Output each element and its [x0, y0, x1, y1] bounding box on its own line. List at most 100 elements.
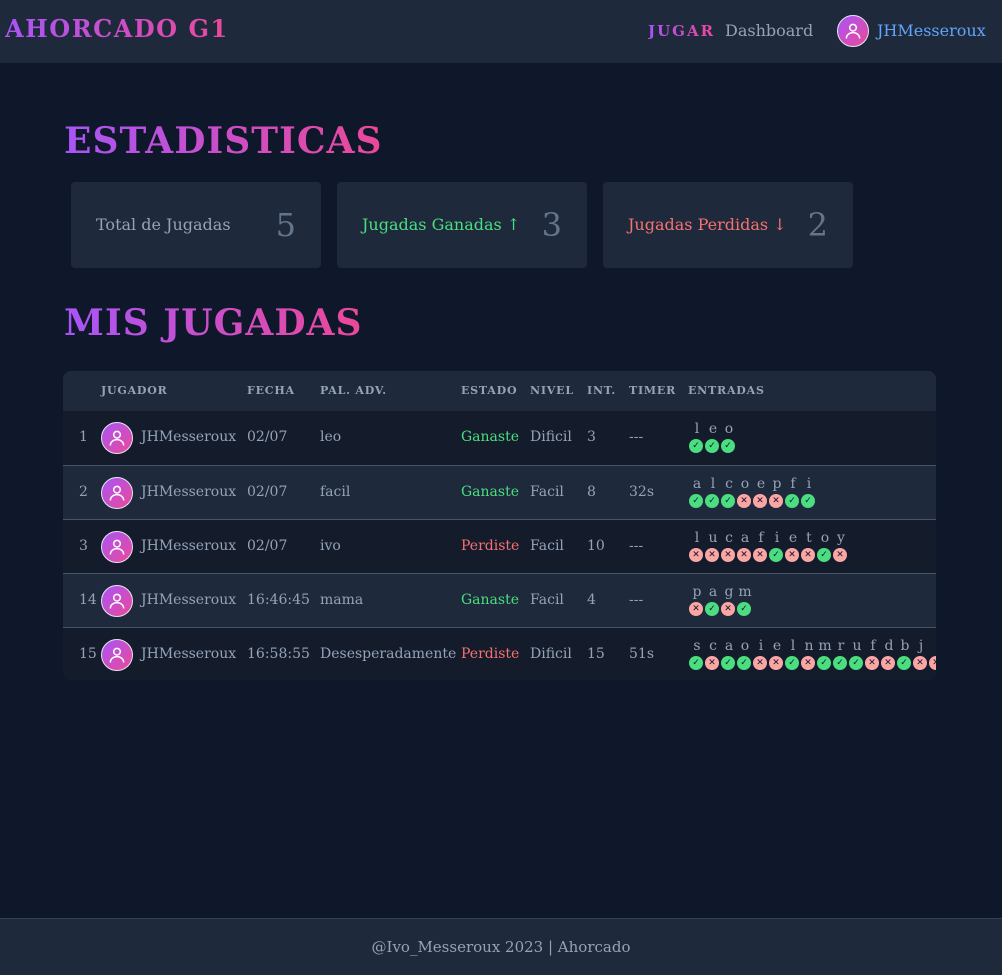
- cross-icon: ✕: [721, 548, 735, 562]
- plays-title: MIS JUGADAS: [64, 302, 363, 344]
- entry-letter: y: [837, 530, 845, 546]
- stats-title: ESTADISTICAS: [64, 120, 383, 162]
- brand-logo[interactable]: AHORCADO G1: [5, 14, 229, 43]
- entry-letter: r: [837, 638, 845, 654]
- col-timer: TIMER: [629, 384, 677, 397]
- stat-value-won: 3: [541, 206, 562, 244]
- user-icon: [109, 485, 125, 501]
- play-status: Ganaste: [461, 484, 519, 500]
- play-word: Desesperadamente: [320, 646, 457, 662]
- row-id: 1: [79, 429, 88, 445]
- check-icon: ✓: [721, 439, 735, 453]
- entry-letter: m: [818, 638, 832, 654]
- entry-letter: t: [806, 530, 812, 546]
- check-icon: ✓: [721, 494, 735, 508]
- entry-letter: o: [740, 638, 750, 654]
- entry-letter: p: [772, 476, 782, 492]
- play-entries: s c a o i e l n m r u f d b j ✓ ✕ ✓ ✓ ✕ ✕ ✓ ✕ ✓ ✓ ✓ ✕ ✕ ✓ ✕ ✕: [689, 638, 936, 670]
- cross-icon: ✕: [801, 548, 815, 562]
- player-name: JHMesseroux: [141, 592, 237, 608]
- entry-letter: e: [788, 530, 798, 546]
- check-icon: ✓: [721, 656, 735, 670]
- check-icon: ✓: [801, 494, 815, 508]
- top-navbar: AHORCADO G1 JUGAR Dashboard JHMesseroux: [0, 0, 1002, 63]
- entry-letter: g: [724, 584, 734, 600]
- col-fecha: FECHA: [247, 384, 295, 397]
- play-timer: ---: [629, 538, 644, 554]
- play-attempts: 10: [587, 538, 605, 554]
- table-row: 3 JHMesseroux 02/07 ivo Perdiste Facil 10 --- l u…: [63, 519, 936, 573]
- nav-dashboard-link[interactable]: Dashboard: [725, 21, 813, 40]
- cross-icon: ✕: [769, 656, 783, 670]
- user-avatar[interactable]: [837, 15, 869, 47]
- check-icon: ✓: [689, 439, 703, 453]
- entry-letter: u: [708, 530, 718, 546]
- player-name: JHMesseroux: [141, 538, 237, 554]
- entry-letter: c: [725, 476, 733, 492]
- play-word: facil: [320, 484, 351, 500]
- table-row: 1 JHMesseroux 02/07 leo Ganaste Dificil 3 --- l e…: [63, 411, 936, 465]
- entry-letter: c: [709, 638, 717, 654]
- check-icon: ✓: [817, 548, 831, 562]
- stat-card-lost: Jugadas Perdidas ↓ 2: [603, 182, 853, 268]
- cross-icon: ✕: [705, 656, 719, 670]
- play-date: 16:46:45: [247, 592, 310, 608]
- entry-letter: o: [724, 421, 734, 437]
- play-word: leo: [320, 429, 342, 445]
- check-icon: ✓: [769, 548, 783, 562]
- nav-jugar-link[interactable]: JUGAR: [648, 22, 715, 40]
- entry-letter: e: [756, 476, 766, 492]
- play-status: Ganaste: [461, 592, 519, 608]
- play-entries: l u c a f i e t o y ✕ ✕ ✕ ✕ ✕ ✓ ✕ ✕ ✓ ✕: [689, 530, 849, 562]
- play-timer: ---: [629, 429, 644, 445]
- cross-icon: ✕: [833, 548, 847, 562]
- col-entradas: ENTRADAS: [688, 384, 765, 397]
- cross-icon: ✕: [721, 602, 735, 616]
- play-level: Dificil: [530, 646, 572, 662]
- cross-icon: ✕: [769, 494, 783, 508]
- table-row: 15 JHMesseroux 16:58:55 Desesperadamente Per…: [63, 627, 936, 680]
- play-date: 16:58:55: [247, 646, 310, 662]
- stat-label-won: Jugadas Ganadas ↑: [362, 215, 521, 234]
- entry-letter: f: [870, 638, 876, 654]
- user-icon: [109, 539, 125, 555]
- row-id: 3: [79, 538, 88, 554]
- entry-letter: a: [708, 584, 718, 600]
- play-date: 02/07: [247, 538, 288, 554]
- cross-icon: ✕: [801, 656, 815, 670]
- entry-letter: f: [758, 530, 764, 546]
- footer-text: @Ivo_Messeroux 2023 | Ahorcado: [371, 938, 631, 956]
- play-level: Facil: [530, 538, 564, 554]
- play-status: Perdiste: [461, 538, 520, 554]
- entry-letter: i: [758, 638, 764, 654]
- player-avatar: [101, 531, 133, 563]
- cross-icon: ✕: [881, 656, 895, 670]
- entry-letter: d: [884, 638, 894, 654]
- check-icon: ✓: [737, 656, 751, 670]
- user-icon: [845, 23, 861, 39]
- footer: @Ivo_Messeroux 2023 | Ahorcado: [0, 918, 1002, 975]
- entry-letter: e: [708, 421, 718, 437]
- entry-letter: f: [790, 476, 796, 492]
- cross-icon: ✕: [865, 656, 879, 670]
- table-row: 14 JHMesseroux 16:46:45 mama Ganaste Facil 4 --…: [63, 573, 936, 627]
- check-icon: ✓: [705, 439, 719, 453]
- col-jugador: JUGADOR: [101, 384, 168, 397]
- check-icon: ✓: [705, 602, 719, 616]
- check-icon: ✓: [897, 656, 911, 670]
- cross-icon: ✕: [913, 656, 927, 670]
- entry-letter: o: [820, 530, 830, 546]
- username-link[interactable]: JHMesseroux: [877, 21, 986, 40]
- play-word: ivo: [320, 538, 341, 554]
- entry-letter: c: [725, 530, 733, 546]
- entry-letter: i: [774, 530, 780, 546]
- plays-table: JUGADOR FECHA PAL. ADV. ESTADO NIVEL INT…: [63, 371, 936, 680]
- play-date: 02/07: [247, 484, 288, 500]
- entry-letter: a: [740, 530, 750, 546]
- entry-letter: l: [694, 530, 700, 546]
- row-id: 14: [79, 592, 97, 608]
- row-id: 15: [79, 646, 97, 662]
- cross-icon: ✕: [737, 548, 751, 562]
- user-icon: [109, 430, 125, 446]
- play-level: Dificil: [530, 429, 572, 445]
